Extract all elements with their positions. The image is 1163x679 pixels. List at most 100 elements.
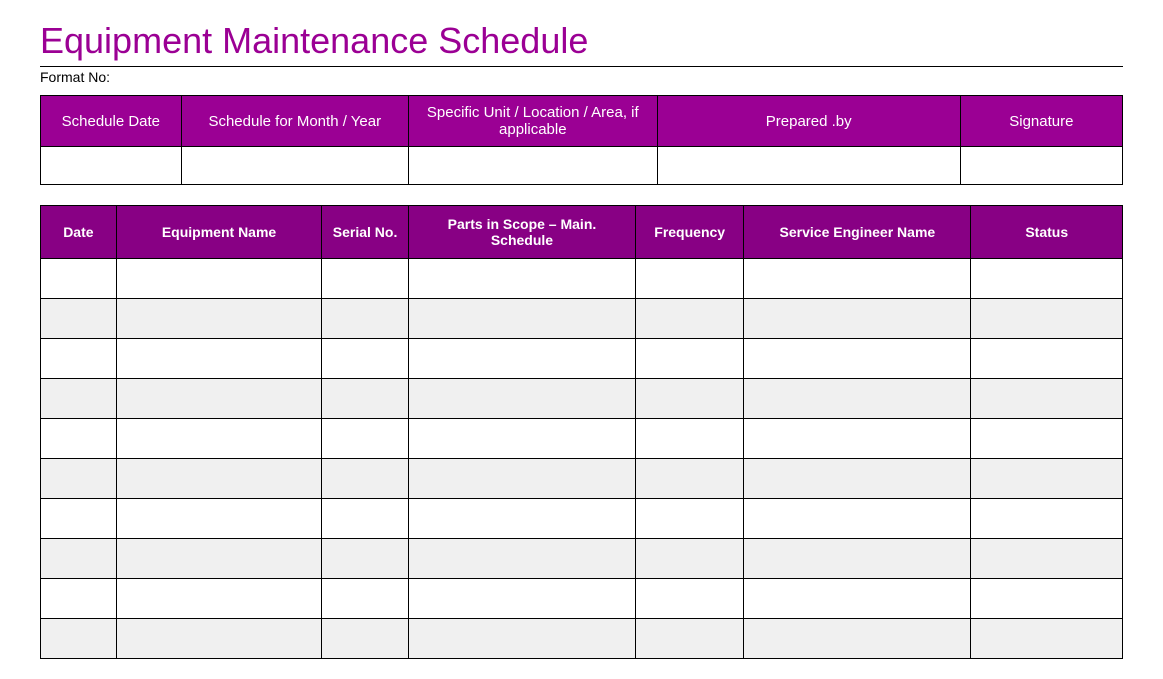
cell-equipment_name[interactable] [116,579,322,619]
cell-frequency[interactable] [636,499,744,539]
cell-equipment_name[interactable] [116,499,322,539]
cell-status[interactable] [971,379,1123,419]
cell-parts_scope[interactable] [408,299,635,339]
cell-parts_scope[interactable] [408,539,635,579]
cell-status[interactable] [971,299,1123,339]
cell-engineer[interactable] [744,459,971,499]
table-row [41,619,1123,659]
cell-date[interactable] [41,259,117,299]
cell-serial_no[interactable] [322,419,409,459]
cell-serial_no[interactable] [322,619,409,659]
header-status: Status [971,206,1123,259]
cell-engineer[interactable] [744,259,971,299]
header-schedule-for: Schedule for Month / Year [181,96,408,147]
cell-frequency[interactable] [636,259,744,299]
cell-frequency[interactable] [636,579,744,619]
cell-equipment_name[interactable] [116,379,322,419]
cell-serial_no[interactable] [322,379,409,419]
cell-status[interactable] [971,539,1123,579]
header-parts-scope: Parts in Scope – Main. Schedule [408,206,635,259]
cell-parts_scope[interactable] [408,459,635,499]
cell-frequency[interactable] [636,299,744,339]
cell-equipment_name[interactable] [116,299,322,339]
table-row [41,579,1123,619]
cell-serial_no[interactable] [322,259,409,299]
cell-status[interactable] [971,459,1123,499]
cell-serial_no[interactable] [322,339,409,379]
cell-date[interactable] [41,299,117,339]
cell-equipment_name[interactable] [116,459,322,499]
cell-date[interactable] [41,419,117,459]
cell-equipment_name[interactable] [116,339,322,379]
cell-engineer[interactable] [744,379,971,419]
cell-parts_scope[interactable] [408,379,635,419]
cell-engineer[interactable] [744,419,971,459]
cell-engineer[interactable] [744,619,971,659]
cell-equipment_name[interactable] [116,419,322,459]
cell-parts_scope[interactable] [408,499,635,539]
header-serial-no: Serial No. [322,206,409,259]
cell-serial_no[interactable] [322,299,409,339]
cell-parts_scope[interactable] [408,419,635,459]
header-engineer: Service Engineer Name [744,206,971,259]
cell-date[interactable] [41,499,117,539]
cell-signature[interactable] [960,147,1122,185]
cell-status[interactable] [971,619,1123,659]
cell-parts_scope[interactable] [408,339,635,379]
cell-equipment_name[interactable] [116,539,322,579]
cell-schedule-for[interactable] [181,147,408,185]
cell-status[interactable] [971,579,1123,619]
cell-date[interactable] [41,379,117,419]
cell-serial_no[interactable] [322,539,409,579]
cell-serial_no[interactable] [322,459,409,499]
table-row [41,299,1123,339]
cell-date[interactable] [41,339,117,379]
cell-frequency[interactable] [636,459,744,499]
cell-engineer[interactable] [744,339,971,379]
cell-prepared-by[interactable] [657,147,960,185]
cell-date[interactable] [41,579,117,619]
cell-frequency[interactable] [636,339,744,379]
cell-equipment_name[interactable] [116,619,322,659]
cell-status[interactable] [971,419,1123,459]
meta-table: Schedule Date Schedule for Month / Year … [40,95,1123,185]
cell-schedule-date[interactable] [41,147,182,185]
cell-engineer[interactable] [744,539,971,579]
cell-engineer[interactable] [744,579,971,619]
meta-row [41,147,1123,185]
cell-status[interactable] [971,339,1123,379]
cell-parts_scope[interactable] [408,259,635,299]
cell-frequency[interactable] [636,379,744,419]
cell-date[interactable] [41,539,117,579]
page-title: Equipment Maintenance Schedule [40,20,1123,62]
cell-parts_scope[interactable] [408,619,635,659]
header-signature: Signature [960,96,1122,147]
cell-equipment_name[interactable] [116,259,322,299]
table-row [41,459,1123,499]
header-date: Date [41,206,117,259]
cell-frequency[interactable] [636,619,744,659]
cell-engineer[interactable] [744,499,971,539]
header-unit-location: Specific Unit / Location / Area, if appl… [408,96,657,147]
cell-date[interactable] [41,619,117,659]
cell-date[interactable] [41,459,117,499]
cell-frequency[interactable] [636,539,744,579]
header-equipment-name: Equipment Name [116,206,322,259]
header-schedule-date: Schedule Date [41,96,182,147]
title-underline [40,66,1123,67]
cell-serial_no[interactable] [322,579,409,619]
format-no-label: Format No: [40,69,1123,85]
data-table: Date Equipment Name Serial No. Parts in … [40,205,1123,659]
table-row [41,499,1123,539]
cell-status[interactable] [971,259,1123,299]
cell-serial_no[interactable] [322,499,409,539]
cell-unit-location[interactable] [408,147,657,185]
header-frequency: Frequency [636,206,744,259]
cell-parts_scope[interactable] [408,579,635,619]
table-row [41,419,1123,459]
cell-engineer[interactable] [744,299,971,339]
table-row [41,339,1123,379]
table-row [41,259,1123,299]
cell-frequency[interactable] [636,419,744,459]
cell-status[interactable] [971,499,1123,539]
